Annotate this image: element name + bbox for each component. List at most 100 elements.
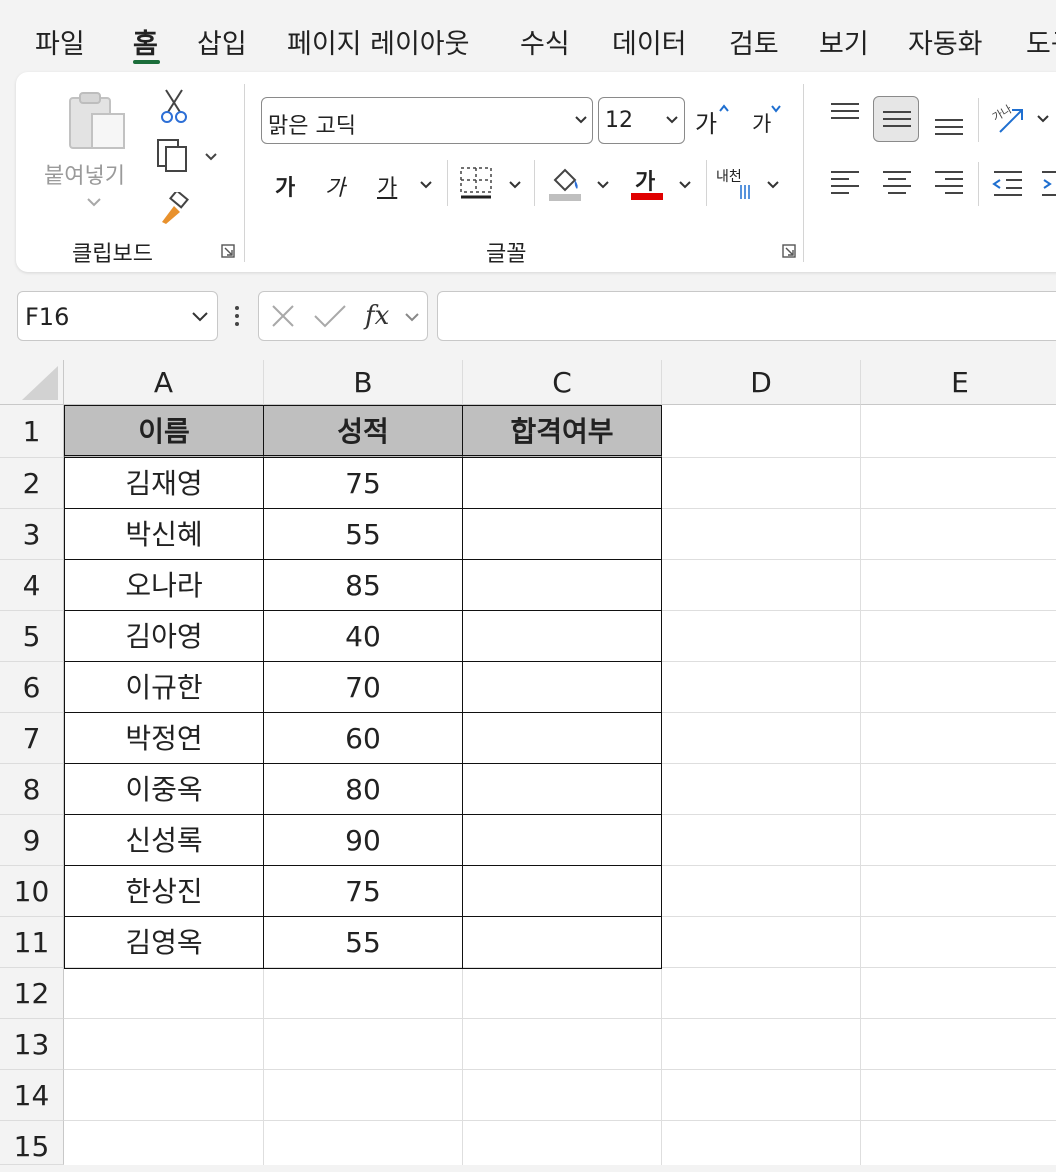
row-header-1[interactable]: 1 — [0, 405, 64, 458]
shrink-font-button[interactable]: 가 — [752, 108, 771, 138]
italic-button[interactable]: 가 — [325, 170, 345, 202]
align-center-icon[interactable] — [881, 168, 913, 198]
orientation-dropdown-icon[interactable] — [1036, 114, 1050, 124]
table-cell[interactable]: 75 — [263, 457, 463, 509]
row-header-12[interactable]: 12 — [0, 968, 64, 1019]
table-cell[interactable] — [462, 814, 662, 866]
table-cell[interactable] — [462, 865, 662, 917]
chevron-down-icon[interactable] — [665, 115, 679, 125]
format-painter-icon[interactable] — [158, 192, 192, 226]
table-cell[interactable] — [462, 508, 662, 560]
bold-button[interactable]: 가 — [275, 170, 295, 202]
font-color-button[interactable]: 가 — [635, 164, 655, 196]
align-right-icon[interactable] — [933, 168, 965, 198]
more-options-icon[interactable] — [233, 304, 241, 328]
tab-formulas[interactable]: 수식 — [520, 22, 570, 61]
row-header-7[interactable]: 7 — [0, 713, 64, 764]
table-cell[interactable]: 85 — [263, 559, 463, 611]
row-header-9[interactable]: 9 — [0, 815, 64, 866]
table-cell[interactable]: 55 — [263, 916, 463, 969]
tab-page-layout[interactable]: 페이지 레이아웃 — [287, 22, 469, 61]
tab-tools[interactable]: 도구 — [1026, 22, 1056, 61]
font-color-dropdown-icon[interactable] — [678, 180, 692, 190]
tab-view[interactable]: 보기 — [819, 22, 869, 61]
table-cell[interactable]: 70 — [263, 661, 463, 713]
header-cell-score[interactable]: 성적 — [263, 405, 463, 458]
font-name-combo[interactable]: 맑은 고딕 — [261, 97, 593, 144]
row-header-10[interactable]: 10 — [0, 866, 64, 917]
row-header-14[interactable]: 14 — [0, 1070, 64, 1121]
tab-automate[interactable]: 자동화 — [908, 22, 983, 61]
table-cell[interactable]: 한상진 — [64, 865, 264, 917]
phonetic-guide-button[interactable]: 내천 — [716, 166, 742, 186]
column-header-e[interactable]: E — [861, 360, 1056, 405]
name-box[interactable]: F16 — [17, 291, 218, 341]
table-cell[interactable]: 40 — [263, 610, 463, 662]
header-cell-name[interactable]: 이름 — [64, 405, 264, 458]
paste-dropdown-icon[interactable] — [86, 196, 102, 208]
align-left-icon[interactable] — [829, 168, 861, 198]
orientation-icon[interactable]: 가나 — [990, 100, 1026, 136]
column-header-a[interactable]: A — [64, 360, 264, 405]
table-cell[interactable]: 김영옥 — [64, 916, 264, 969]
align-middle-button[interactable] — [873, 96, 919, 142]
enter-check-icon[interactable] — [313, 304, 347, 328]
tab-review[interactable]: 검토 — [729, 22, 779, 61]
select-all-button[interactable] — [0, 360, 64, 405]
insert-function-icon[interactable]: fx — [363, 300, 397, 332]
table-cell[interactable]: 이규한 — [64, 661, 264, 713]
table-cell[interactable] — [462, 712, 662, 764]
column-header-d[interactable]: D — [662, 360, 861, 405]
copy-dropdown-icon[interactable] — [204, 152, 218, 162]
row-header-5[interactable]: 5 — [0, 611, 64, 662]
table-cell[interactable] — [462, 916, 662, 969]
font-launcher-icon[interactable] — [782, 244, 796, 258]
table-cell[interactable] — [462, 610, 662, 662]
tab-insert[interactable]: 삽입 — [197, 22, 247, 61]
row-header-15[interactable]: 15 — [0, 1121, 64, 1165]
row-header-2[interactable]: 2 — [0, 458, 64, 509]
align-top-icon[interactable] — [829, 100, 861, 126]
table-cell[interactable] — [462, 763, 662, 815]
decrease-indent-icon[interactable] — [990, 168, 1024, 198]
table-cell[interactable]: 55 — [263, 508, 463, 560]
row-header-11[interactable]: 11 — [0, 917, 64, 968]
table-cell[interactable]: 80 — [263, 763, 463, 815]
increase-indent-icon[interactable] — [1040, 168, 1056, 198]
row-header-4[interactable]: 4 — [0, 560, 64, 611]
tab-home[interactable]: 홈 — [133, 22, 158, 61]
table-cell[interactable]: 김재영 — [64, 457, 264, 509]
table-cell[interactable]: 박신혜 — [64, 508, 264, 560]
copy-icon[interactable] — [156, 138, 192, 174]
row-header-6[interactable]: 6 — [0, 662, 64, 713]
formula-input[interactable] — [437, 291, 1056, 341]
column-header-b[interactable]: B — [264, 360, 463, 405]
table-cell[interactable]: 60 — [263, 712, 463, 764]
clipboard-launcher-icon[interactable] — [221, 244, 235, 258]
table-cell[interactable] — [462, 559, 662, 611]
column-header-c[interactable]: C — [463, 360, 662, 405]
table-cell[interactable] — [462, 457, 662, 509]
chevron-down-icon[interactable] — [574, 115, 588, 125]
fill-color-dropdown-icon[interactable] — [596, 180, 610, 190]
row-header-3[interactable]: 3 — [0, 509, 64, 560]
borders-dropdown-icon[interactable] — [508, 180, 522, 190]
underline-button[interactable]: 가 — [377, 170, 397, 202]
table-cell[interactable]: 90 — [263, 814, 463, 866]
borders-icon[interactable] — [459, 166, 493, 200]
paste-button-label[interactable]: 붙여넣기 — [44, 158, 125, 190]
chevron-down-icon[interactable] — [191, 311, 209, 322]
row-header-13[interactable]: 13 — [0, 1019, 64, 1070]
table-cell[interactable] — [462, 661, 662, 713]
fill-color-icon[interactable] — [547, 164, 583, 202]
header-cell-pass[interactable]: 합격여부 — [462, 405, 662, 458]
tab-file[interactable]: 파일 — [35, 22, 85, 61]
chevron-down-icon[interactable] — [404, 312, 420, 322]
cut-icon[interactable] — [160, 88, 188, 124]
tab-data[interactable]: 데이터 — [612, 22, 687, 61]
row-header-8[interactable]: 8 — [0, 764, 64, 815]
cancel-icon[interactable] — [271, 304, 295, 328]
table-cell[interactable]: 박정연 — [64, 712, 264, 764]
table-cell[interactable]: 이중옥 — [64, 763, 264, 815]
grow-font-button[interactable]: 가 — [695, 104, 717, 139]
